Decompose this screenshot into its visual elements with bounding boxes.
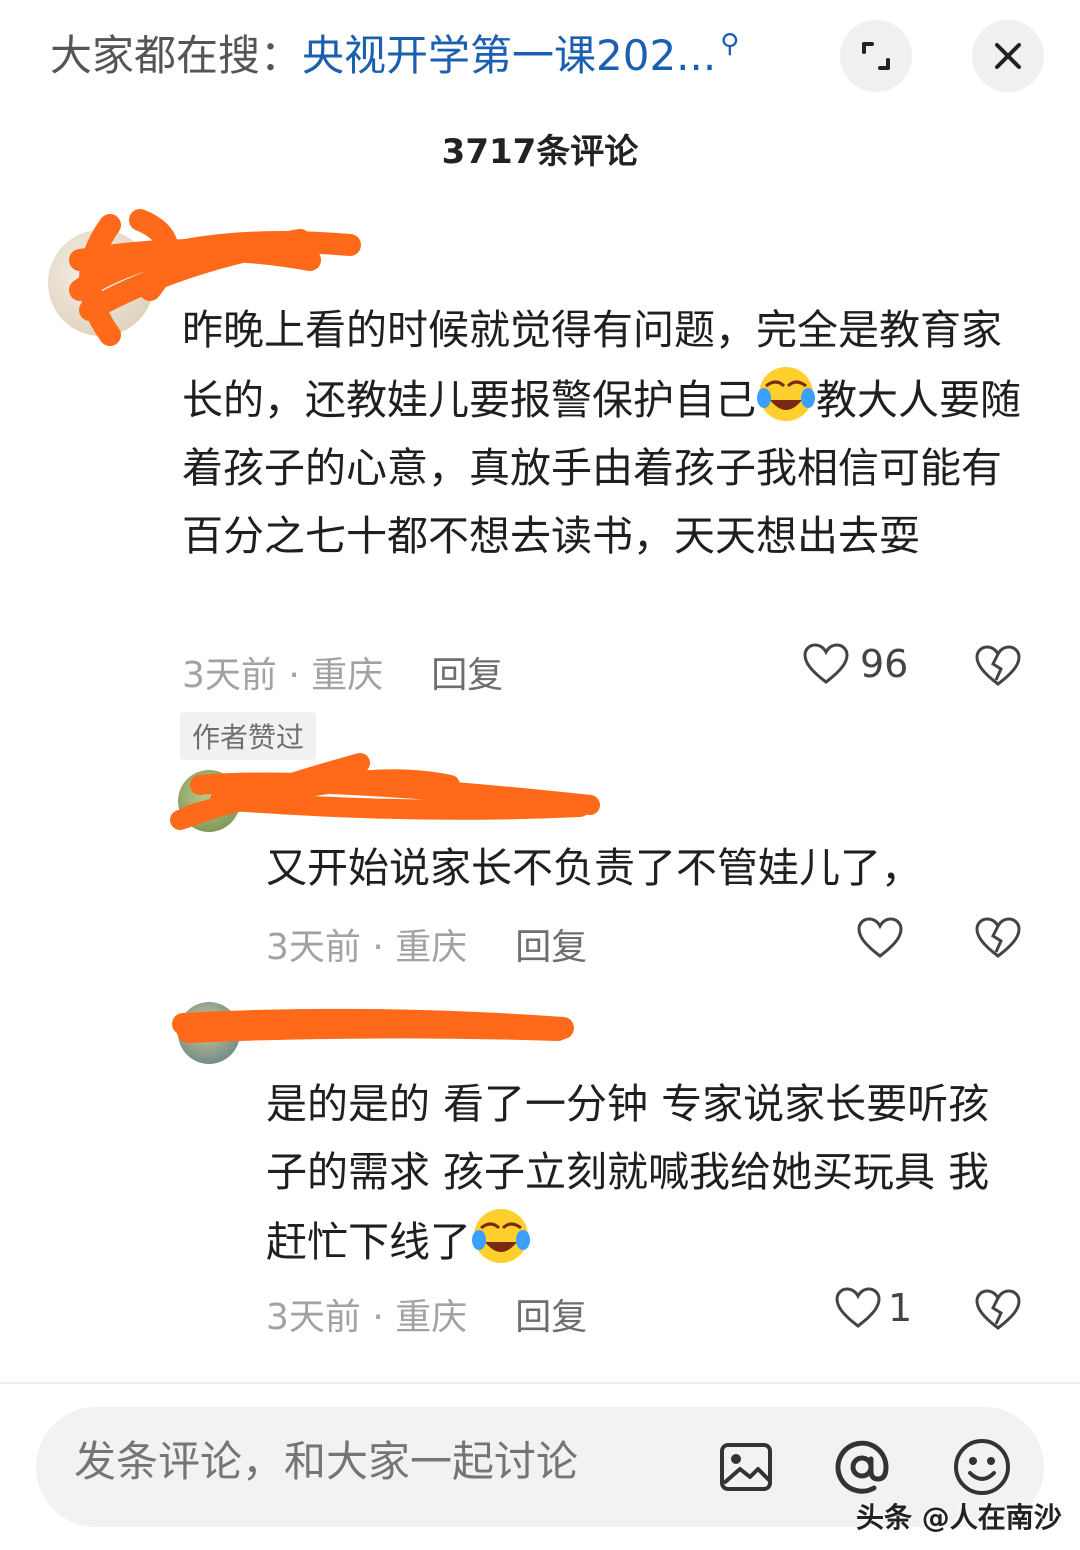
image-icon[interactable]: [716, 1437, 776, 1497]
emoji-icon[interactable]: [952, 1437, 1012, 1497]
like-count: 1: [888, 1286, 913, 1330]
divider: [0, 1382, 1080, 1384]
reply-button[interactable]: 回复: [515, 1297, 587, 1338]
broken-heart-icon[interactable]: [974, 916, 1022, 960]
heart-icon: [803, 643, 849, 684]
comment-time-location: 3天前 · 重庆: [182, 655, 384, 696]
search-query-link[interactable]: 央视开学第一课202...: [302, 31, 716, 80]
heart-icon: [857, 917, 903, 958]
like-button[interactable]: 96: [802, 642, 908, 686]
search-prefix: 大家都在搜：: [50, 31, 303, 80]
comment-meta: 3天前 · 重庆 回复: [266, 918, 587, 970]
reply-button[interactable]: 回复: [431, 655, 503, 696]
broken-heart-icon[interactable]: [974, 644, 1022, 688]
close-icon: [995, 43, 1021, 69]
comment-text: 又开始说家长不负责了不管娃儿了，: [266, 844, 922, 892]
laughing-crying-emoji: [472, 1209, 530, 1263]
collapse-corners-icon: [862, 42, 890, 70]
heart-icon: [835, 1287, 881, 1328]
search-icon: ⚲: [720, 29, 740, 59]
comment-count: 3717条评论: [441, 132, 639, 172]
comment-meta: 3天前 · 重庆 回复: [182, 646, 503, 698]
comment-time-location: 3天前 · 重庆: [266, 1297, 468, 1338]
reply-button[interactable]: 回复: [515, 927, 587, 968]
laughing-crying-emoji: [757, 367, 815, 421]
redaction-scribble: [170, 753, 600, 830]
close-button[interactable]: [972, 20, 1044, 92]
collapse-button[interactable]: [840, 20, 912, 92]
broken-heart-icon[interactable]: [974, 1288, 1022, 1332]
search-suggestion[interactable]: 大家都在搜：央视开学第一课202... ⚲: [50, 28, 739, 90]
top-bar: 大家都在搜：央视开学第一课202... ⚲: [0, 0, 1080, 110]
comment-text: 昨晚上看的时候就觉得有问题，完全是教育家长的，还教娃儿要报警保护自己 教大人要随着…: [182, 306, 1021, 560]
redaction-scribble: [172, 1008, 574, 1043]
like-button[interactable]: [856, 916, 904, 960]
comment-text: 是的是的 看了一分钟 专家说家长要听孩子的需求 孩子立刻就喊我给她买玩具 我赶忙…: [266, 1080, 990, 1266]
comment-meta: 3天前 · 重庆 回复: [266, 1288, 587, 1340]
watermark: 头条 @人在南沙: [856, 1501, 1062, 1534]
like-count: 96: [860, 642, 909, 686]
comment-time-location: 3天前 · 重庆: [266, 927, 468, 968]
at-icon[interactable]: [832, 1437, 892, 1497]
comment-input[interactable]: [74, 1437, 654, 1486]
like-button[interactable]: 1: [834, 1286, 912, 1330]
